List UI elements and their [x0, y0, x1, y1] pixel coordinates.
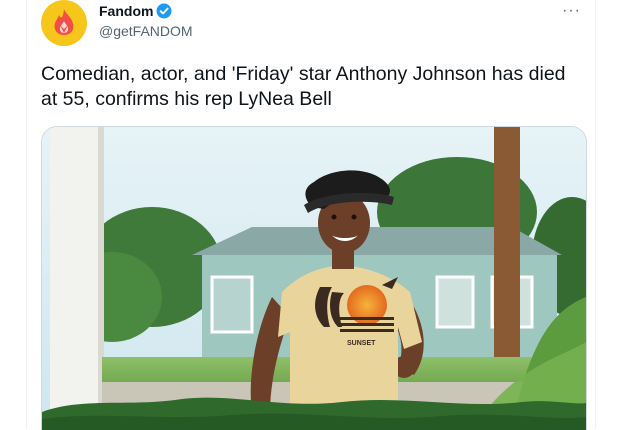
- tweet-card[interactable]: Fandom @getFANDOM ··· Comedian, actor, a…: [26, 0, 596, 430]
- display-name[interactable]: Fandom: [99, 3, 153, 19]
- name-row: Fandom: [99, 3, 172, 19]
- shirt-print-text: SUNSET: [347, 340, 376, 347]
- porch-column: [50, 127, 102, 430]
- tweet-photo[interactable]: SUNSET: [41, 126, 587, 430]
- more-options-icon[interactable]: ···: [562, 2, 581, 20]
- verified-badge-icon: [156, 3, 172, 19]
- avatar[interactable]: [41, 0, 87, 46]
- tweet-text: Comedian, actor, and 'Friday' star Antho…: [41, 63, 566, 110]
- photo-scene: SUNSET: [42, 127, 586, 430]
- fandom-flame-icon: [54, 9, 74, 35]
- handle[interactable]: @getFANDOM: [99, 23, 193, 39]
